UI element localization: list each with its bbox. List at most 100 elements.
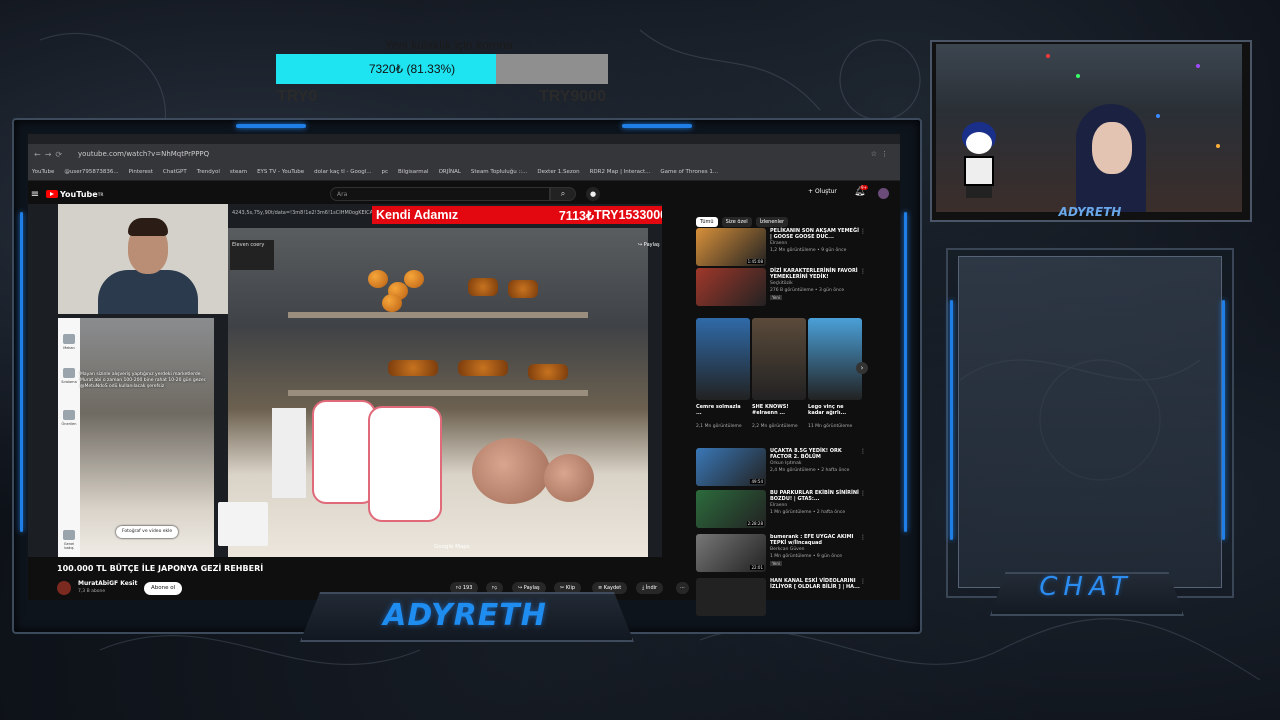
- channel-name[interactable]: Elraenn: [770, 503, 787, 508]
- video-title[interactable]: bumerank : EFE UYGAC AKIMI TEPKİ w/İlnca…: [770, 534, 860, 546]
- create-button[interactable]: + Oluştur: [808, 188, 837, 195]
- bookmark-item[interactable]: Game of Thrones 1...: [660, 169, 718, 175]
- webcam-name-label: ADYRETH: [1058, 205, 1122, 219]
- recommended-video[interactable]: DİZİ KARAKTERLERİNİN FAVORİ YEMEKLERİNİ …: [696, 268, 872, 308]
- recommended-video[interactable]: 2:28:28 BU PARKURLAR EKİBİN SİNİRİNİ BOZD…: [696, 490, 872, 530]
- recommended-video[interactable]: 1:45:08 PELİKANIN SON AKŞAM YEMEĞİ | GOOS…: [696, 228, 872, 268]
- bookmark-item[interactable]: Steam Topluluğu ::...: [471, 169, 528, 175]
- goal-min-label: TRY0: [277, 88, 318, 105]
- youtube-logo[interactable]: YouTube TR: [46, 190, 104, 199]
- search-icon[interactable]: ⌕: [550, 187, 576, 201]
- bookmark-item[interactable]: Trendyol: [197, 169, 220, 175]
- bookmark-item[interactable]: steam: [230, 169, 247, 175]
- bookmark-item[interactable]: pc: [382, 169, 389, 175]
- place-icon[interactable]: [63, 334, 75, 344]
- filter-chip[interactable]: İzlenenler: [755, 217, 789, 227]
- address-bar-row: ←→⟳ youtube.com/watch?v=NhMqtPrPPPQ ☆⋮: [28, 144, 900, 164]
- url-field[interactable]: youtube.com/watch?v=NhMqtPrPPPQ: [78, 150, 871, 158]
- more-options-icon[interactable]: ⋮: [860, 228, 866, 235]
- nav-buttons[interactable]: ←→⟳: [28, 150, 78, 159]
- bookmark-item[interactable]: Pinterest: [129, 169, 153, 175]
- webcam-feed: [936, 44, 1242, 212]
- browser-tools-icons[interactable]: ☆⋮: [871, 150, 900, 158]
- bookmark-item[interactable]: dolar kaç tl - Googl...: [314, 169, 371, 175]
- short-views: 2,2 Mn görüntüleme: [752, 424, 798, 429]
- video-thumbnail[interactable]: 49:54: [696, 448, 766, 486]
- subscriber-count: 7,3 B abone: [78, 589, 106, 594]
- channel-name[interactable]: MuratAbiGF Kesit: [78, 580, 137, 587]
- short-title[interactable]: Cemre solmazla ...: [696, 404, 746, 416]
- short-title[interactable]: SHE KNOWS! #elraenn ...: [752, 404, 802, 416]
- new-badge: Yeni: [770, 295, 783, 300]
- channel-name[interactable]: Seçkitözik: [770, 281, 793, 286]
- channel-name[interactable]: Orkun Işıtmak: [770, 461, 801, 466]
- video-duration: 22:01: [750, 565, 764, 570]
- bookmark-item[interactable]: Bilgisarmal: [398, 169, 429, 175]
- video-thumbnail[interactable]: 22:01: [696, 534, 766, 572]
- video-thumbnail[interactable]: 1:45:08: [696, 228, 766, 266]
- paper-sign: [272, 408, 306, 498]
- video-title[interactable]: PELİKANIN SON AKŞAM YEMEĞİ | GOOSE GOOSE…: [770, 228, 860, 240]
- channel-name[interactable]: Berkcan Güven: [770, 547, 804, 552]
- sort-icon[interactable]: [63, 368, 75, 378]
- bookmark-item[interactable]: @user795873836...: [64, 169, 118, 175]
- logo-country: TR: [97, 191, 104, 197]
- recommended-video[interactable]: 22:01 bumerank : EFE UYGAC AKIMI TEPKİ w/…: [696, 534, 872, 574]
- goal-max-label: TRY9000: [539, 88, 606, 105]
- short-thumbnail[interactable]: [808, 318, 862, 400]
- subscribe-button[interactable]: Abone ol: [144, 582, 183, 595]
- short-thumbnail[interactable]: [696, 318, 750, 400]
- korokke-image: [472, 438, 550, 504]
- short-title[interactable]: Lego vinç ne kadar ağırlı...: [808, 404, 858, 416]
- video-title[interactable]: UÇAKTA 8.5G YEDİK! ORK FACTOR 2. BÖLÜM: [770, 448, 860, 460]
- video-thumbnail[interactable]: [696, 268, 766, 306]
- korokke-image: [544, 454, 594, 502]
- filter-chip[interactable]: Size özel: [721, 217, 752, 227]
- video-thumbnail[interactable]: 2:28:28: [696, 490, 766, 528]
- bookmark-item[interactable]: ChatGPT: [163, 169, 187, 175]
- bookmark-item[interactable]: RDR2 Map | Interact...: [590, 169, 651, 175]
- donation-alert: Kendi Adamız 7113₺ TRY1533000000: [372, 206, 662, 224]
- search-input[interactable]: Ara: [330, 187, 550, 201]
- maps-thumbnail[interactable]: [218, 502, 268, 546]
- more-options-icon[interactable]: ⋮: [860, 448, 866, 455]
- frame-accent: [950, 300, 953, 540]
- download-button[interactable]: ⤓ İndir: [636, 582, 664, 594]
- bookmark-item[interactable]: Dexter 1.Sezon: [537, 169, 579, 175]
- recommended-video[interactable]: 49:54 UÇAKTA 8.5G YEDİK! ORK FACTOR 2. BÖ…: [696, 448, 872, 488]
- add-photo-button[interactable]: Fotoğraf ve video ekle: [116, 526, 179, 538]
- recommended-video[interactable]: HAN KANAL ESKİ VİDEOLARINI İZLİYOR [ OLD…: [696, 578, 872, 618]
- chat-area: [958, 256, 1222, 588]
- bookmark-item[interactable]: EYS TV - YouTube: [257, 169, 304, 175]
- chevron-right-icon[interactable]: ›: [856, 362, 868, 374]
- overview-icon[interactable]: [63, 530, 75, 540]
- suggest-icon[interactable]: [63, 410, 75, 420]
- video-title[interactable]: BU PARKURLAR EKİBİN SİNİRİNİ BOZDU! | GT…: [770, 490, 860, 502]
- video-meta: 1 Mn görüntüleme • 9 gün önce: [770, 554, 843, 559]
- more-options-icon[interactable]: ⋮: [860, 578, 866, 585]
- user-avatar[interactable]: [878, 188, 889, 199]
- donation-total: TRY1533000000: [593, 208, 662, 222]
- bookmark-item[interactable]: ORJİNAL: [439, 169, 461, 175]
- food-item: [468, 278, 498, 296]
- short-thumbnail[interactable]: [752, 318, 806, 400]
- place-label: Eleven coery: [230, 240, 274, 270]
- maps-sidebar: Mekan Sıralama Önerilen Genel bakış: [58, 318, 80, 557]
- video-title[interactable]: HAN KANAL ESKİ VİDEOLARINI İZLİYOR [ OLD…: [770, 578, 860, 590]
- share-icon[interactable]: ↪ Paylaş: [638, 242, 660, 248]
- channel-name[interactable]: Elraenn: [770, 241, 787, 246]
- donation-amount: 7113₺: [558, 208, 594, 223]
- video-title[interactable]: DİZİ KARAKTERLERİNİN FAVORİ YEMEKLERİNİ …: [770, 268, 860, 280]
- bookmark-item[interactable]: YouTube: [32, 169, 54, 175]
- video-player[interactable]: 4243,5s,75y,90t/data=!3m8!1e2!3m6!1sCIHM…: [28, 204, 662, 557]
- more-options-icon[interactable]: ⋮: [860, 268, 866, 275]
- more-options-icon[interactable]: ⋮: [860, 534, 866, 541]
- video-thumbnail[interactable]: [696, 578, 766, 616]
- hamburger-menu-icon[interactable]: ≡: [28, 189, 42, 200]
- more-actions-icon[interactable]: ⋯: [676, 582, 689, 594]
- more-options-icon[interactable]: ⋮: [860, 490, 866, 497]
- filter-chip[interactable]: Tümü: [696, 217, 718, 227]
- channel-avatar[interactable]: [57, 581, 71, 595]
- video-duration: 49:54: [750, 479, 764, 484]
- microphone-icon[interactable]: ●: [586, 187, 600, 201]
